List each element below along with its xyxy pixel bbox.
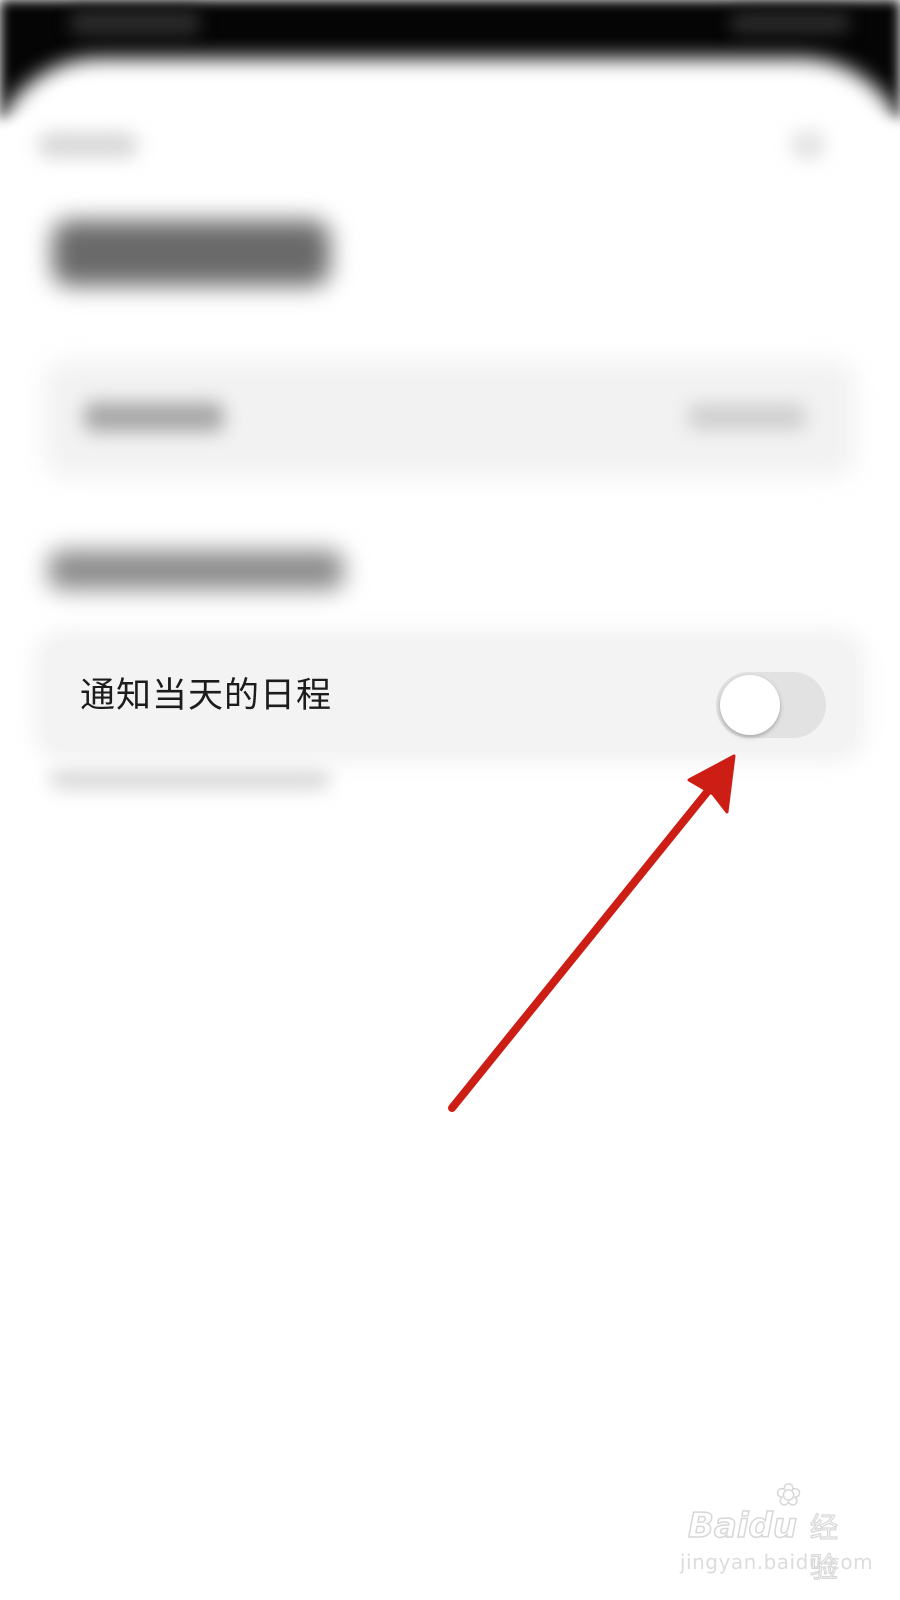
toggle-knob (720, 675, 780, 735)
nav-action-blurred[interactable] (790, 130, 826, 160)
status-bar-icons-blur (730, 12, 850, 34)
settings-row-label-blurred (84, 402, 224, 432)
back-button-blurred[interactable] (38, 132, 138, 158)
daily-schedule-toggle[interactable] (716, 672, 826, 738)
status-bar-time-blur (70, 10, 200, 36)
watermark-url: jingyan.baidu.com (680, 1550, 874, 1574)
section-footnote-blurred (50, 768, 330, 790)
daily-schedule-notification-row: 通知当天的日程 (44, 640, 856, 752)
setting-label: 通知当天的日程 (80, 676, 333, 716)
settings-sheet-background (0, 58, 900, 1600)
watermark-logo: Baidu (687, 1505, 798, 1547)
watermark-suffix: 经验 (809, 1510, 839, 1584)
page-title-blurred (52, 220, 330, 286)
section-header-blurred (48, 550, 344, 590)
screen: 通知当天的日程 ✿ Baidu 经验 jingyan.baidu.com (0, 0, 900, 1600)
baidu-jingyan-watermark: ✿ Baidu 经验 jingyan.baidu.com (680, 1468, 873, 1588)
settings-row-value-blurred (688, 404, 806, 430)
